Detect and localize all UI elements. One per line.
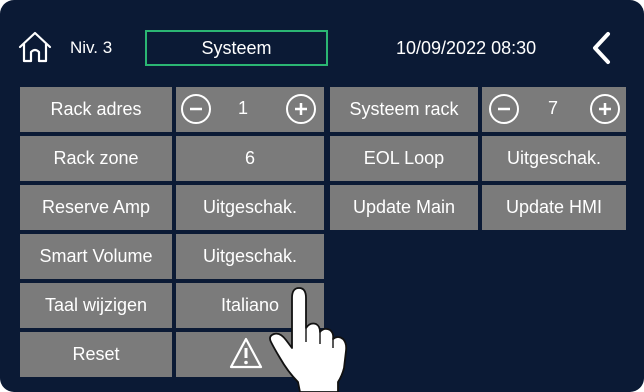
rack-address-label: Rack adres — [20, 87, 172, 132]
rack-address-stepper: 1 — [176, 87, 324, 132]
warning-icon — [229, 337, 263, 375]
eol-loop-label-text: EOL Loop — [363, 148, 445, 168]
home-icon[interactable] — [17, 30, 53, 64]
rack-zone-label: Rack zone — [20, 136, 172, 181]
system-rack-value: 7 — [548, 98, 559, 118]
update-main-button[interactable]: Update Main — [330, 185, 478, 230]
rack-address-value: 1 — [238, 98, 249, 118]
eol-loop-value[interactable]: Uitgeschak. — [482, 136, 626, 181]
language-label: Taal wijzigen — [20, 283, 172, 328]
reset-label: Reset — [20, 332, 172, 377]
smart-volume-value-text: Uitgeschak. — [202, 246, 298, 266]
chevron-left-icon[interactable] — [590, 31, 614, 65]
reserve-amp-label-text: Reserve Amp — [41, 197, 151, 217]
reserve-amp-label: Reserve Amp — [20, 185, 172, 230]
smart-volume-label: Smart Volume — [20, 234, 172, 279]
system-rack-label: Systeem rack — [330, 87, 478, 132]
minus-icon[interactable] — [181, 94, 211, 124]
hmi-screen: Niv. 3 Systeem 10/09/2022 08:30 Rack adr… — [0, 0, 644, 392]
reserve-amp-value-text: Uitgeschak. — [202, 197, 298, 217]
plus-icon[interactable] — [590, 94, 620, 124]
pointing-hand-icon — [262, 280, 362, 392]
update-hmi-button[interactable]: Update HMI — [482, 185, 626, 230]
rack-zone-label-text: Rack zone — [53, 148, 139, 168]
smart-volume-label-text: Smart Volume — [39, 246, 153, 266]
update-main-text: Update Main — [352, 197, 456, 217]
system-rack-stepper: 7 — [482, 87, 626, 132]
plus-icon[interactable] — [286, 94, 316, 124]
rack-zone-value[interactable]: 6 — [176, 136, 324, 181]
page-title: Systeem — [145, 30, 328, 66]
eol-loop-label: EOL Loop — [330, 136, 478, 181]
rack-address-label-text: Rack adres — [50, 99, 142, 119]
minus-icon[interactable] — [489, 94, 519, 124]
access-level: Niv. 3 — [70, 38, 113, 57]
system-rack-label-text: Systeem rack — [349, 99, 459, 119]
reset-label-text: Reset — [72, 344, 120, 364]
page-title-text: Systeem — [201, 37, 272, 58]
eol-loop-value-text: Uitgeschak. — [506, 148, 602, 168]
rack-zone-value-text: 6 — [244, 148, 255, 168]
date-time: 10/09/2022 08:30 — [396, 38, 537, 58]
reserve-amp-value[interactable]: Uitgeschak. — [176, 185, 324, 230]
language-label-text: Taal wijzigen — [44, 295, 148, 315]
smart-volume-value[interactable]: Uitgeschak. — [176, 234, 324, 279]
update-hmi-text: Update HMI — [505, 197, 603, 217]
